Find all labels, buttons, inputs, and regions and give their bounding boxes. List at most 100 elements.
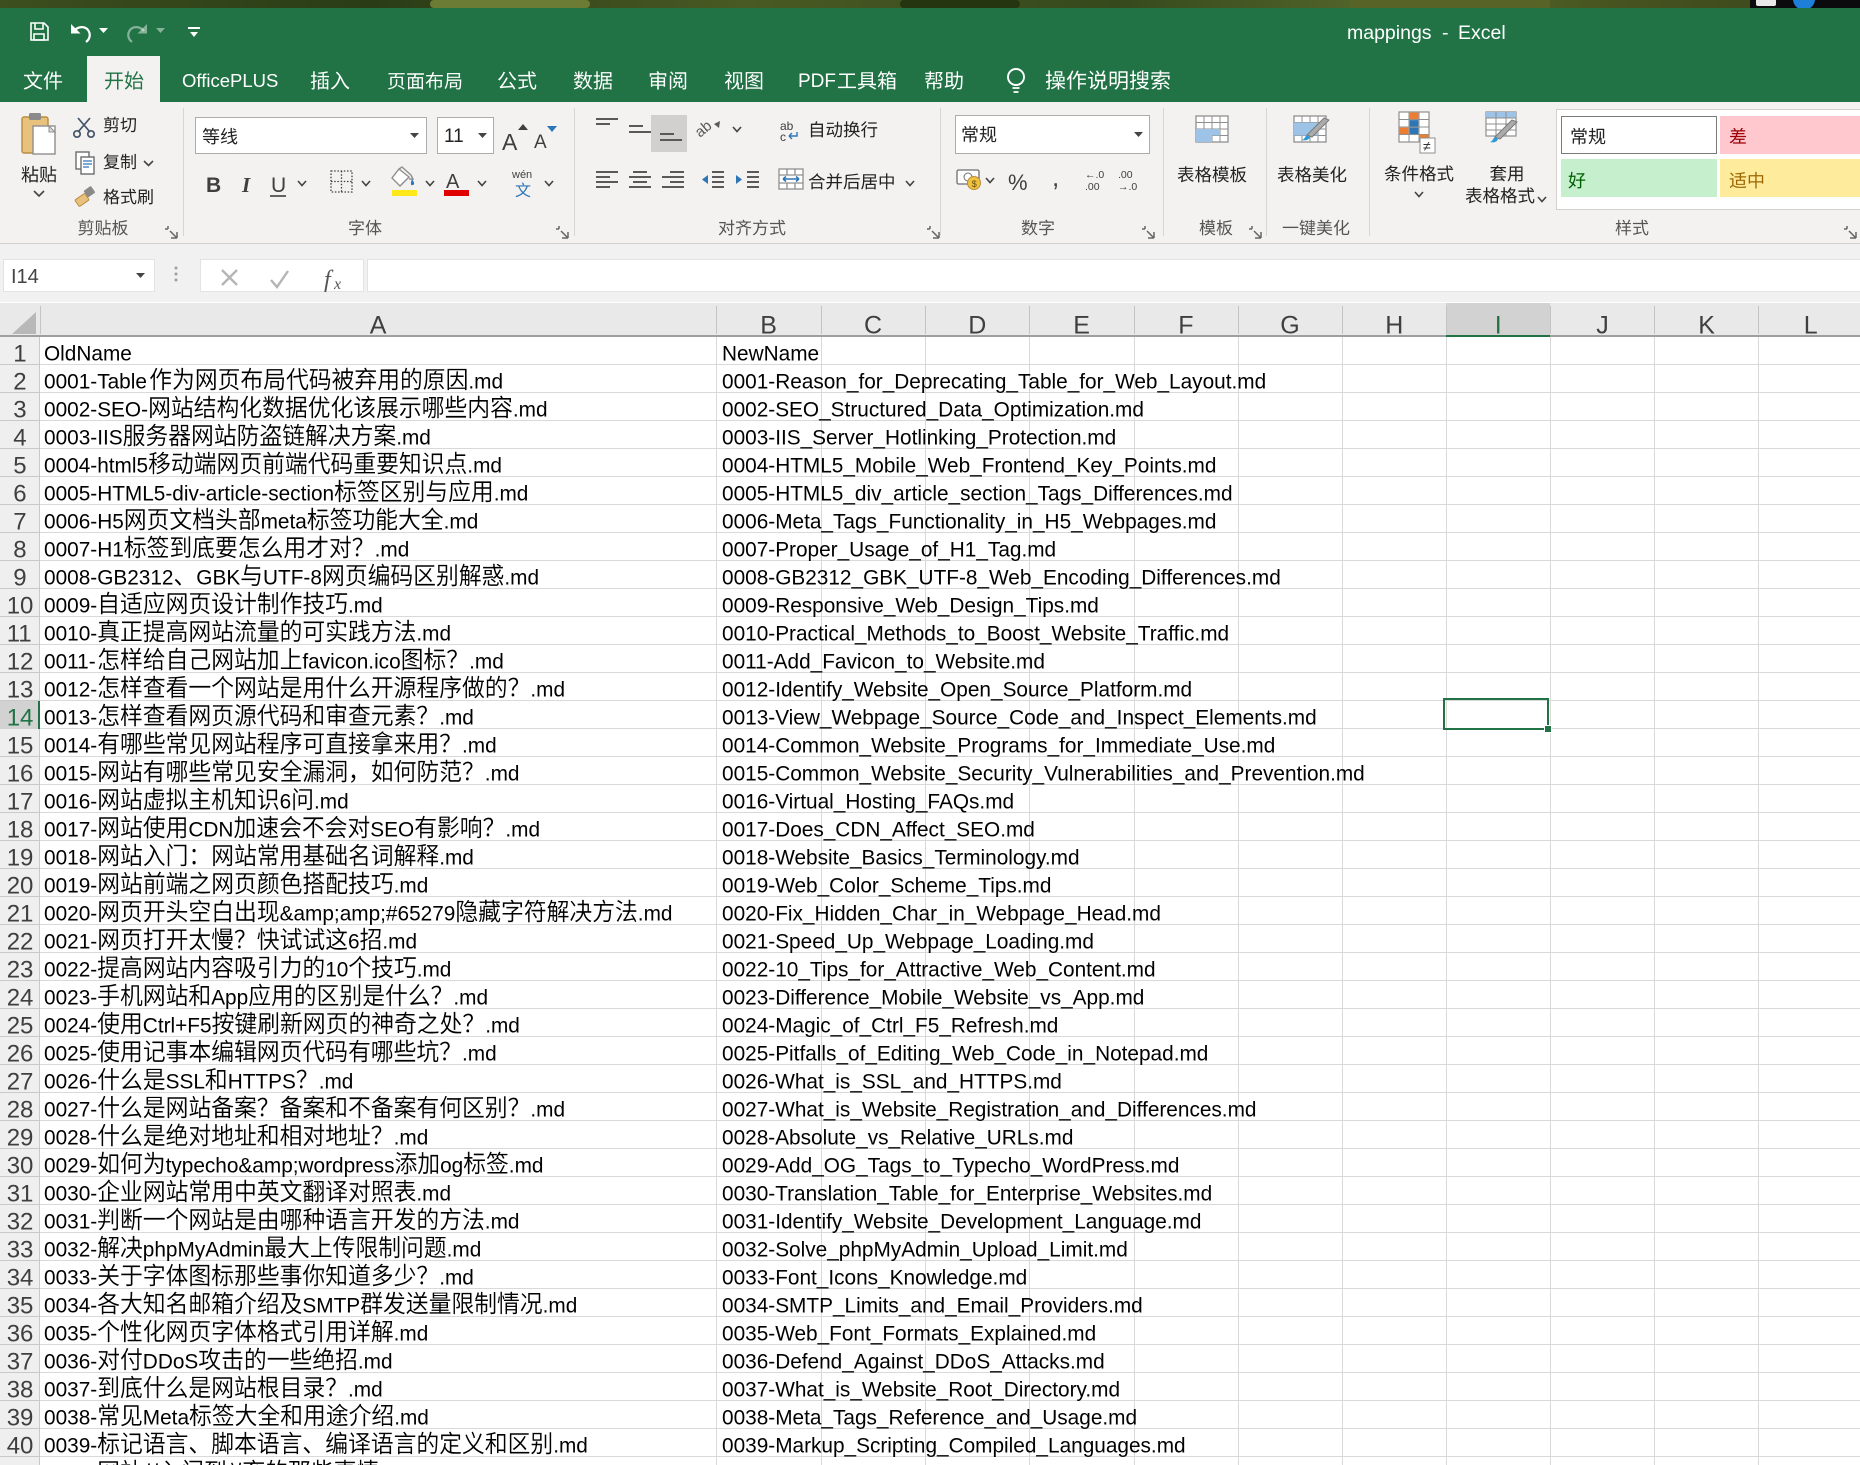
svg-text:27: 27 xyxy=(7,1068,34,1095)
svg-text:.md: .md xyxy=(439,846,474,869)
svg-text:0027-: 0027- xyxy=(44,1098,97,1121)
svg-text:15: 15 xyxy=(7,732,34,759)
svg-text:.md: .md xyxy=(314,790,349,813)
svg-text:.md: .md xyxy=(375,538,410,561)
svg-text:.md: .md xyxy=(394,1322,429,1345)
svg-text:favicon.ico: favicon.ico xyxy=(302,650,400,673)
svg-text:H: H xyxy=(1385,312,1403,340)
svg-text:I: I xyxy=(1495,312,1502,340)
svg-text:HTTPS: HTTPS xyxy=(228,1070,296,1093)
svg-text:0003-IIS_Server_Hotlinking_Pro: 0003-IIS_Server_Hotlinking_Protection.md xyxy=(722,426,1116,449)
svg-text:-: - xyxy=(1442,22,1449,44)
svg-text:SMTP: SMTP xyxy=(302,1294,360,1317)
svg-text:0009-Responsive_Web_Design_Tip: 0009-Responsive_Web_Design_Tips.md xyxy=(722,594,1099,617)
svg-text:0013-: 0013- xyxy=(44,706,97,729)
svg-text:0002-SEO-: 0002-SEO- xyxy=(44,398,148,421)
svg-text:0019-: 0019- xyxy=(44,874,97,897)
svg-text:L: L xyxy=(1804,312,1818,340)
svg-text:0031-: 0031- xyxy=(44,1210,97,1233)
svg-text:0039-: 0039- xyxy=(44,1434,97,1457)
svg-text:.md: .md xyxy=(439,1266,474,1289)
svg-text:phpMyAdmin: phpMyAdmin xyxy=(143,1238,264,1261)
svg-text:K: K xyxy=(1698,312,1715,340)
svg-text:0010-: 0010- xyxy=(44,622,97,645)
svg-text:0014-Common_Website_Programs_f: 0014-Common_Website_Programs_for_Immedia… xyxy=(722,734,1275,757)
svg-text:6: 6 xyxy=(280,790,292,813)
svg-text:.md: .md xyxy=(543,1294,578,1317)
svg-text:E: E xyxy=(1073,312,1090,340)
svg-text:0001-Table: 0001-Table xyxy=(44,370,147,393)
svg-text:18: 18 xyxy=(7,816,34,843)
svg-text:22: 22 xyxy=(7,928,34,955)
svg-text:10: 10 xyxy=(325,958,348,981)
svg-text:20: 20 xyxy=(7,872,34,899)
svg-text:og: og xyxy=(440,1154,463,1177)
svg-text:0026-What_is_SSL_and_HTTPS.md: 0026-What_is_SSL_and_HTTPS.md xyxy=(722,1070,1062,1093)
svg-text:13: 13 xyxy=(7,676,34,703)
svg-text:0019-Web_Color_Scheme_Tips.md: 0019-Web_Color_Scheme_Tips.md xyxy=(722,874,1051,897)
svg-text:.md: .md xyxy=(444,510,479,533)
svg-text:f: f xyxy=(324,267,334,293)
svg-text:33: 33 xyxy=(7,1236,34,1263)
svg-text:0023-: 0023- xyxy=(44,986,97,1009)
svg-text:0007-H1: 0007-H1 xyxy=(44,538,124,561)
svg-text:typecho&amp;wordpress: typecho&amp;wordpress xyxy=(166,1154,395,1177)
svg-text:0025-: 0025- xyxy=(44,1042,97,1065)
svg-text:.md: .md xyxy=(462,1042,497,1065)
svg-text:PDF: PDF xyxy=(798,71,836,92)
svg-text:0006-H5: 0006-H5 xyxy=(44,510,124,533)
svg-text:.md: .md xyxy=(494,482,529,505)
svg-text:11: 11 xyxy=(7,620,32,647)
svg-text:0009-: 0009- xyxy=(44,594,97,617)
svg-text:B: B xyxy=(206,174,221,197)
svg-text:.00: .00 xyxy=(1118,169,1133,181)
svg-text:0022-: 0022- xyxy=(44,958,97,981)
svg-text:0032-Solve_phpMyAdmin_Upload_L: 0032-Solve_phpMyAdmin_Upload_Limit.md xyxy=(722,1238,1128,1261)
svg-text:0030-Translation_Table_for_Ent: 0030-Translation_Table_for_Enterprise_We… xyxy=(722,1182,1212,1205)
svg-text:0031-Identify_Website_Developm: 0031-Identify_Website_Development_Langua… xyxy=(722,1210,1201,1233)
svg-text:0029-Add_OG_Tags_to_Typecho_Wo: 0029-Add_OG_Tags_to_Typecho_WordPress.md xyxy=(722,1154,1179,1177)
svg-text:→.0: →.0 xyxy=(1118,181,1137,193)
svg-text:.md: .md xyxy=(394,1406,429,1429)
svg-text:Ctrl+F5: Ctrl+F5 xyxy=(143,1014,212,1037)
svg-text:16: 16 xyxy=(7,760,34,787)
svg-text:A: A xyxy=(370,312,387,340)
svg-text:J: J xyxy=(1596,312,1609,340)
svg-text:0006-Meta_Tags_Functionality_i: 0006-Meta_Tags_Functionality_in_H5_Webpa… xyxy=(722,510,1216,533)
svg-text:38: 38 xyxy=(7,1376,34,1403)
svg-text:0007-Proper_Usage_of_H1_Tag.md: 0007-Proper_Usage_of_H1_Tag.md xyxy=(722,538,1056,561)
svg-text:App: App xyxy=(211,986,248,1009)
svg-text:B: B xyxy=(760,312,777,340)
svg-text:0034-: 0034- xyxy=(44,1294,97,1317)
svg-text:0015-Common_Website_Security_V: 0015-Common_Website_Security_Vulnerabili… xyxy=(722,762,1365,785)
svg-text:G: G xyxy=(1280,312,1299,340)
svg-text:0010-Practical_Methods_to_Boos: 0010-Practical_Methods_to_Boost_Website_… xyxy=(722,622,1229,645)
svg-text:0001-Reason_for_Deprecating_Ta: 0001-Reason_for_Deprecating_Table_for_We… xyxy=(722,370,1266,393)
svg-text:11: 11 xyxy=(444,126,464,147)
svg-text:I14: I14 xyxy=(11,266,39,288)
svg-text:.md: .md xyxy=(638,902,673,925)
svg-text:0026-: 0026- xyxy=(44,1070,97,1093)
svg-text:0037-What_is_Website_Root_Dire: 0037-What_is_Website_Root_Directory.md xyxy=(722,1378,1120,1401)
svg-text:40: 40 xyxy=(7,1432,34,1459)
svg-text:D: D xyxy=(968,312,986,340)
svg-text:.md: .md xyxy=(467,454,502,477)
svg-text:9: 9 xyxy=(13,564,26,591)
svg-text:29: 29 xyxy=(7,1124,34,1151)
svg-text:8: 8 xyxy=(13,536,26,563)
svg-text:C: C xyxy=(864,312,882,340)
svg-text:.md: .md xyxy=(513,398,548,421)
svg-text:.md: .md xyxy=(530,678,565,701)
svg-text:Meta: Meta xyxy=(143,1406,190,1429)
svg-text:0008-GB2312: 0008-GB2312 xyxy=(44,566,174,589)
svg-text:0039-Markup_Scripting_Compiled: 0039-Markup_Scripting_Compiled_Languages… xyxy=(722,1434,1186,1457)
svg-text:.md: .md xyxy=(348,1378,383,1401)
svg-text:0035-Web_Font_Formats_Explaine: 0035-Web_Font_Formats_Explained.md xyxy=(722,1322,1096,1345)
svg-text:SEO: SEO xyxy=(370,818,414,841)
svg-text:0021-: 0021- xyxy=(44,930,97,953)
svg-text:0018-: 0018- xyxy=(44,846,97,869)
svg-text:0025-Pitfalls_of_Editing_Web_C: 0025-Pitfalls_of_Editing_Web_Code_in_Not… xyxy=(722,1042,1208,1065)
svg-text:.md: .md xyxy=(394,874,429,897)
svg-text:GBK: GBK xyxy=(196,566,240,589)
svg-text:0017-Does_CDN_Affect_SEO.md: 0017-Does_CDN_Affect_SEO.md xyxy=(722,818,1035,841)
